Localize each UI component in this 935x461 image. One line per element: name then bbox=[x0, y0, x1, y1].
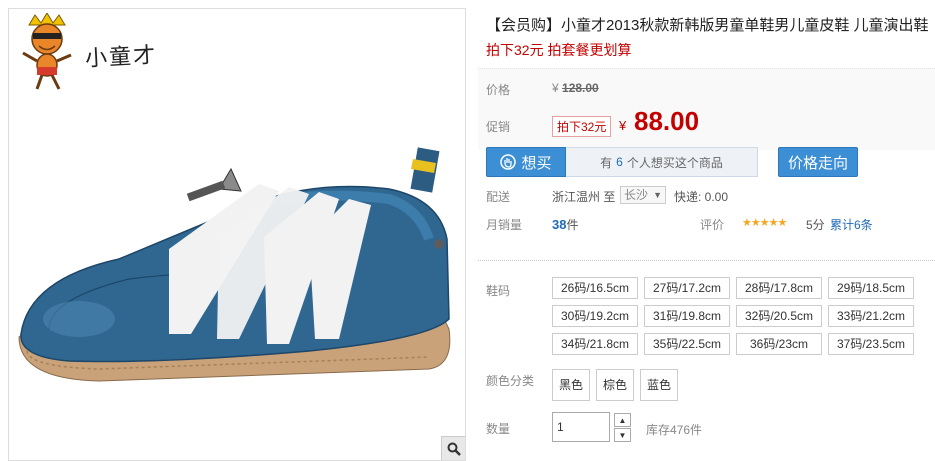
size-option[interactable]: 34码/21.8cm bbox=[552, 333, 638, 355]
current-currency-symbol: ¥ bbox=[619, 118, 627, 133]
size-option[interactable]: 35码/22.5cm bbox=[644, 333, 730, 355]
sales-unit: 件 bbox=[566, 218, 579, 232]
original-price: ¥ 128.00 bbox=[552, 81, 599, 95]
review-count-link[interactable]: 累计6条 bbox=[830, 216, 873, 233]
rating-score: 5分 bbox=[806, 218, 825, 232]
rating-stars: ★★★★★ bbox=[742, 217, 787, 229]
product-info-panel: 【会员购】小童才2013秋款新韩版男童单鞋男儿童皮鞋 儿童演出鞋 拍下32元 拍… bbox=[478, 0, 935, 461]
promo-badge: 拍下32元 bbox=[552, 116, 612, 137]
shoe-product-photo bbox=[18, 147, 451, 382]
size-option[interactable]: 28码/17.8cm bbox=[736, 277, 822, 299]
size-option[interactable]: 32码/20.5cm bbox=[736, 305, 822, 327]
want-button-label: 想买 bbox=[521, 154, 552, 172]
size-option[interactable]: 29码/18.5cm bbox=[828, 277, 914, 299]
size-option[interactable]: 36码/23cm bbox=[736, 333, 822, 355]
size-label: 鞋码 bbox=[486, 284, 511, 298]
brand-name: 小童才 bbox=[84, 43, 158, 72]
quantity-input[interactable] bbox=[552, 412, 610, 442]
destination-select[interactable]: 长沙 ▼ bbox=[620, 186, 666, 204]
hand-icon bbox=[500, 154, 517, 170]
quantity-decrease-button[interactable]: ▼ bbox=[614, 428, 631, 442]
color-option-black[interactable]: 黑色 bbox=[552, 369, 591, 401]
color-option-brown[interactable]: 棕色 bbox=[596, 369, 635, 401]
want-count-info: 有 6 个人想买这个商品 bbox=[566, 147, 758, 177]
current-price: 88.00 bbox=[634, 106, 700, 136]
chevron-up-icon: ▲ bbox=[618, 415, 627, 425]
monthly-sales: 38件 bbox=[552, 216, 578, 233]
destination-value: 长沙 bbox=[624, 188, 649, 202]
want-suffix: 个人想买这个商品 bbox=[626, 155, 723, 170]
quantity-increase-button[interactable]: ▲ bbox=[614, 413, 631, 427]
size-options: 26码/16.5cm 27码/17.2cm 28码/17.8cm 29码/18.… bbox=[552, 277, 922, 355]
want-prefix: 有 bbox=[600, 155, 613, 170]
shipping-label: 配送 bbox=[486, 190, 511, 204]
chevron-down-icon: ▼ bbox=[618, 430, 627, 440]
brand-logo: 小童才 bbox=[15, 12, 165, 93]
original-price-value: 128.00 bbox=[562, 81, 599, 95]
magnifier-icon bbox=[447, 442, 461, 456]
product-title: 【会员购】小童才2013秋款新韩版男童单鞋男儿童皮鞋 儿童演出鞋 bbox=[486, 17, 929, 34]
color-options: 黑色 棕色 蓝色 bbox=[552, 369, 679, 401]
divider bbox=[478, 260, 935, 261]
product-image-panel[interactable]: 小童才 bbox=[8, 8, 466, 461]
size-option[interactable]: 31码/19.8cm bbox=[644, 305, 730, 327]
want-button[interactable]: 想买 bbox=[486, 147, 566, 177]
stock-count: 库存476件 bbox=[646, 423, 703, 437]
size-option[interactable]: 33码/21.2cm bbox=[828, 305, 914, 327]
promo-text: 拍下32元 拍套餐更划算 bbox=[486, 42, 632, 58]
price-area bbox=[478, 68, 935, 150]
quantity-label: 数量 bbox=[486, 422, 511, 436]
shipping-origin: 浙江温州 至 bbox=[552, 190, 616, 204]
currency-symbol: ¥ bbox=[552, 81, 559, 95]
price-label: 价格 bbox=[486, 83, 511, 97]
size-option[interactable]: 26码/16.5cm bbox=[552, 277, 638, 299]
express-fee: 快递: 0.00 bbox=[674, 190, 729, 204]
price-trend-button[interactable]: 价格走向 bbox=[778, 147, 858, 177]
promo-label: 促销 bbox=[486, 120, 511, 134]
mascot-logo bbox=[22, 12, 72, 90]
rating-label: 评价 bbox=[700, 218, 725, 232]
monthly-sales-label: 月销量 bbox=[486, 218, 523, 232]
size-option[interactable]: 30码/19.2cm bbox=[552, 305, 638, 327]
size-option[interactable]: 27码/17.2cm bbox=[644, 277, 730, 299]
color-option-blue[interactable]: 蓝色 bbox=[640, 369, 679, 401]
color-label: 颜色分类 bbox=[486, 374, 535, 388]
want-count: 6 bbox=[616, 155, 623, 169]
sales-count: 38 bbox=[552, 217, 567, 232]
chevron-down-icon: ▼ bbox=[653, 190, 662, 200]
zoom-button[interactable] bbox=[441, 436, 465, 460]
size-option[interactable]: 37码/23.5cm bbox=[828, 333, 914, 355]
